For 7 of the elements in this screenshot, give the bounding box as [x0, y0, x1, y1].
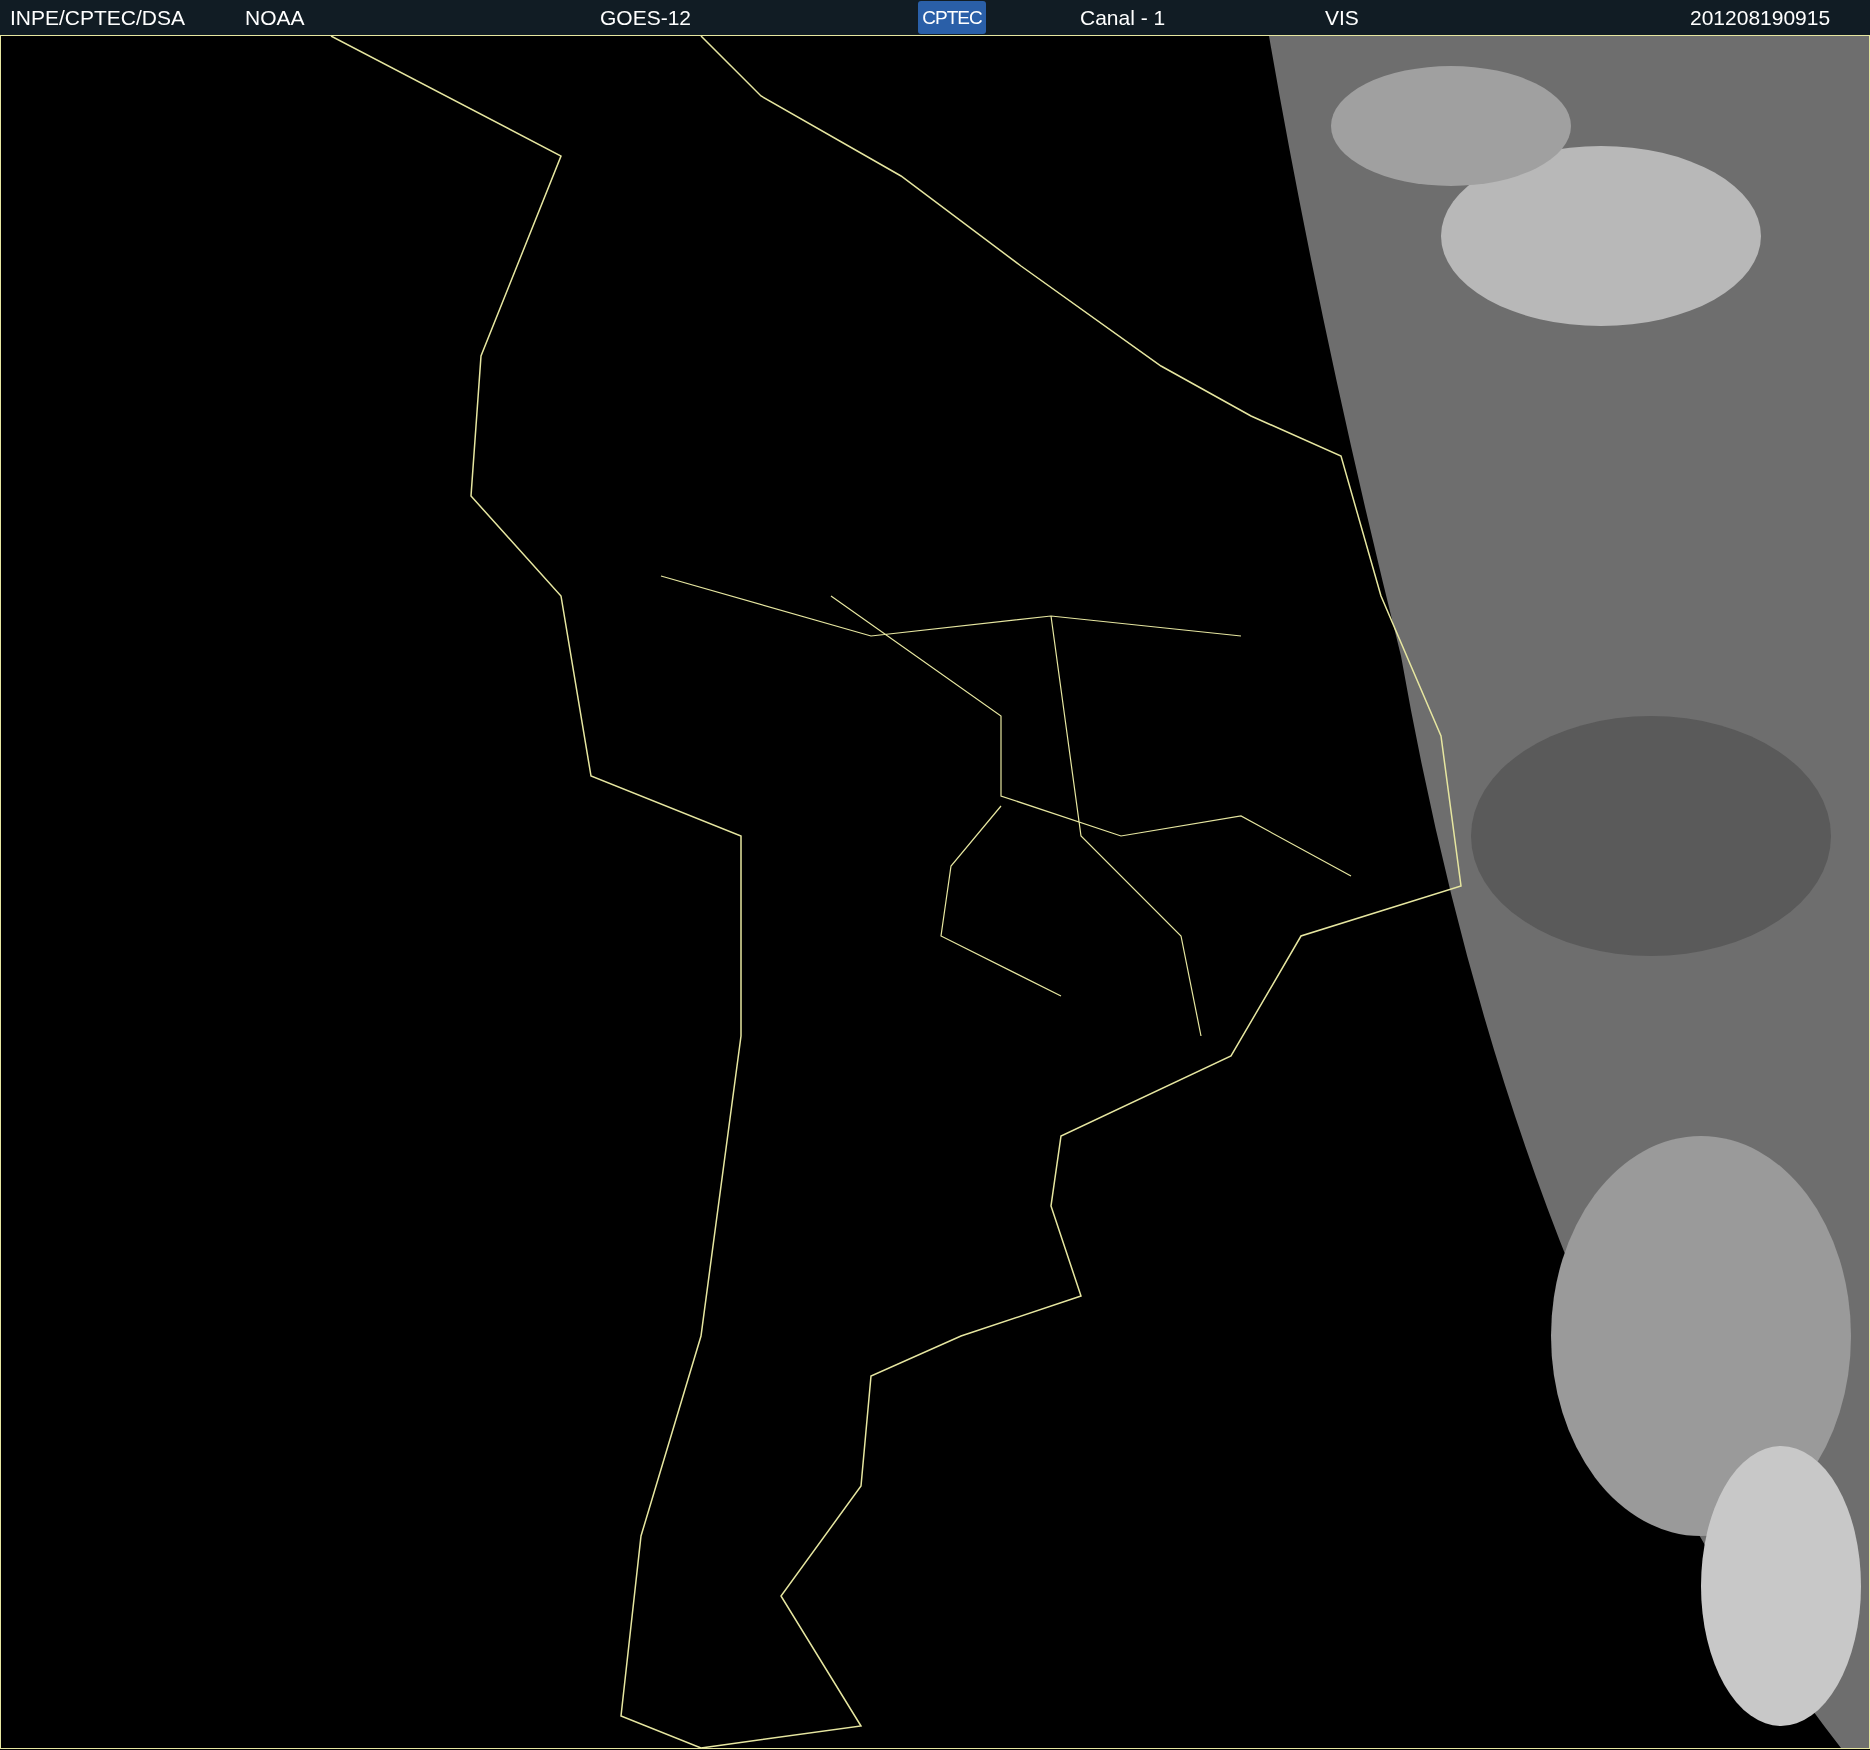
header-label: VIS: [1325, 6, 1359, 30]
header-label: INPE/CPTEC/DSA: [10, 6, 186, 30]
header-label: 201208190915: [1690, 6, 1831, 30]
header-label: GOES-12: [600, 6, 692, 30]
logo: CPTEC: [918, 1, 986, 34]
header-label: Canal - 1: [1080, 6, 1166, 30]
header-label: NOAA: [245, 6, 305, 30]
